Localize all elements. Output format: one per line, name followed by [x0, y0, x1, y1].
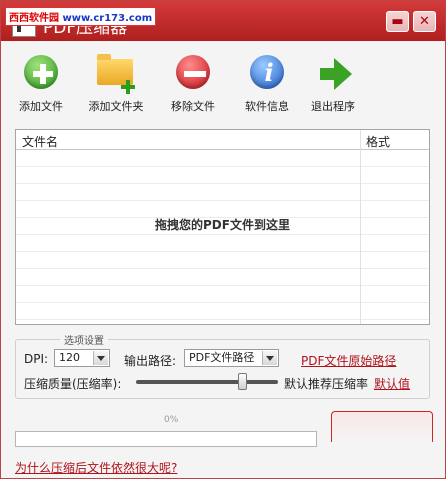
app-window: PDF压缩器 ▬ ✕ 西西软件园 www.cr173.com 添加文件 添加文件…: [0, 0, 446, 479]
remove-file-icon: [174, 53, 212, 91]
exit-label: 退出程序: [311, 100, 355, 113]
add-file-icon: [22, 53, 60, 91]
exit-button[interactable]: 退出程序: [307, 53, 359, 115]
options-legend: 选项设置: [60, 332, 108, 347]
column-header-format[interactable]: 格式: [366, 133, 390, 150]
quality-slider-thumb[interactable]: [238, 373, 248, 390]
add-folder-label: 添加文件夹: [88, 100, 144, 113]
output-path-select[interactable]: PDF文件路径: [184, 349, 279, 367]
drop-hint: 拖拽您的PDF文件到这里: [155, 218, 290, 232]
default-value-link[interactable]: 默认值: [374, 375, 410, 392]
close-button[interactable]: ✕: [413, 11, 436, 32]
original-path-link[interactable]: PDF文件原始路径: [301, 352, 396, 369]
file-list-header: 文件名 格式: [16, 130, 429, 150]
file-list[interactable]: 文件名 格式 拖拽您的PDF文件到这里: [15, 129, 430, 325]
progress-bar: [15, 431, 317, 447]
column-header-name[interactable]: 文件名: [22, 133, 58, 150]
add-folder-icon: [97, 53, 135, 94]
quality-label: 压缩质量(压缩率):: [24, 377, 122, 391]
software-info-label: 软件信息: [245, 100, 289, 113]
watermark-site: 西西软件园: [9, 13, 59, 24]
dpi-select[interactable]: 120: [54, 349, 110, 367]
toolbar: 添加文件 添加文件夹 移除文件 i 软件信息 退出程序: [1, 53, 445, 115]
watermark-badge: 西西软件园 www.cr173.com: [5, 7, 157, 26]
add-file-label: 添加文件: [19, 100, 63, 113]
options-group: 选项设置 DPI: 120 输出路径: PDF文件路径 PDF文件原始路径 压缩…: [15, 332, 430, 399]
info-icon: i: [248, 53, 286, 91]
dpi-value: 120: [59, 351, 80, 364]
help-link[interactable]: 为什么压缩后文件依然很大呢?: [15, 459, 177, 476]
minimize-button[interactable]: ▬: [386, 11, 409, 32]
output-path-value: PDF文件路径: [189, 351, 255, 364]
remove-file-label: 移除文件: [171, 100, 215, 113]
quality-slider[interactable]: [136, 373, 278, 390]
start-compress-button[interactable]: [331, 411, 433, 442]
remove-file-button[interactable]: 移除文件: [167, 53, 219, 115]
watermark-url: www.cr173.com: [62, 13, 153, 24]
title-bar[interactable]: PDF压缩器 ▬ ✕ 西西软件园 www.cr173.com: [1, 1, 445, 41]
chevron-down-icon[interactable]: [93, 351, 108, 365]
file-list-rows: [16, 150, 429, 324]
chevron-down-icon[interactable]: [262, 351, 277, 365]
output-path-label: 输出路径:: [124, 354, 177, 368]
software-info-button[interactable]: i 软件信息: [241, 53, 293, 115]
add-file-button[interactable]: 添加文件: [15, 53, 67, 115]
add-folder-button[interactable]: 添加文件夹: [85, 53, 147, 115]
dpi-label: DPI:: [24, 352, 49, 366]
recommended-rate-label: 默认推荐压缩率: [284, 377, 369, 391]
exit-arrow-icon: [314, 53, 352, 91]
progress-percent: 0%: [164, 415, 179, 425]
